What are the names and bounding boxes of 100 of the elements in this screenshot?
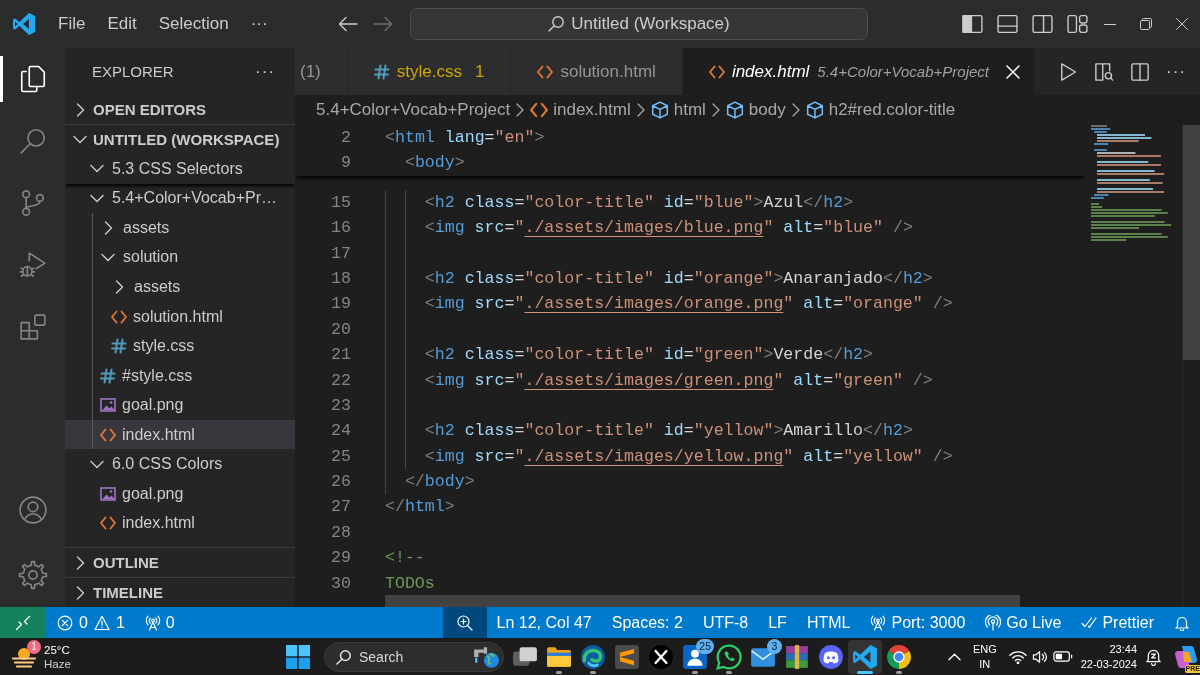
tree-item[interactable]: #style.css [65,360,295,391]
encoding-setting[interactable]: UTF-8 [692,607,759,638]
file-path-link[interactable]: ./assets/images/orange.png [524,294,784,314]
stacked-books-icon [784,643,810,670]
horizontal-scrollbar-thumb[interactable] [385,595,1020,607]
folder-item[interactable]: 5.4+Color+Vocab+Pr… [65,183,295,214]
wifi-icon[interactable] [1008,649,1027,664]
formatter-button[interactable]: Prettier [1071,607,1164,638]
section-header[interactable]: TIMELINE [65,578,295,607]
breadcrumb-item[interactable]: 5.4+Color+Vocab+Project [316,100,511,120]
account-icon[interactable] [17,494,48,525]
language-mode[interactable]: HTML [796,607,861,638]
play-icon[interactable] [1058,61,1078,82]
editor-tab[interactable]: (1) [295,48,348,95]
grid-icon[interactable] [286,644,310,669]
problem-count: 1 [474,61,485,82]
taskbar-button[interactable] [848,639,882,674]
tree-item[interactable]: goal.png [65,479,295,509]
app-logo-icon [12,12,36,36]
editor-tab[interactable]: solution.html [511,48,683,95]
menu-item[interactable]: Edit [96,10,148,38]
code-line: <img src="./assets/images/yellow.png" alt="yellow" /> [424,445,953,468]
section-header[interactable]: UNTITLED (WORKSPACE) [65,125,295,154]
language-indicator[interactable]: ENG IN [972,641,997,672]
menu-item[interactable]: Selection [147,10,240,38]
tree-item[interactable]: index.html [65,419,295,450]
code-line: TODOs [385,572,435,595]
line-ending-setting[interactable]: LF [758,607,797,638]
file-path-link[interactable]: ./assets/images/green.png [524,370,774,390]
taskbar-button[interactable]: 25 [678,639,712,674]
more-actions-button[interactable]: ··· [1166,61,1186,82]
sidebar-left-icon[interactable] [962,14,983,34]
breadcrumb-item[interactable]: body [725,100,786,120]
more-actions-button[interactable]: ··· [255,61,275,82]
menu-item[interactable]: File [47,10,97,38]
panel-bottom-icon[interactable] [997,14,1018,34]
cursor-position[interactable]: Ln 12, Col 47 [486,607,602,638]
panel-title: EXPLORER [92,63,174,80]
folder-item[interactable]: assets [65,213,295,243]
port-button[interactable]: Port: 3000 [860,607,976,638]
go-live-button[interactable]: Go Live [975,607,1072,638]
breadcrumb-item[interactable]: html [650,100,706,120]
line-number: 2 [340,127,351,149]
antenna-icon [870,614,887,631]
editor-tab[interactable]: style.css 1 [347,48,512,95]
line-number: 29 [330,547,351,570]
folder-item[interactable]: 6.0 CSS Colors [65,449,295,479]
code-line: </html> [385,496,455,519]
tree-item[interactable]: index.html [65,508,295,539]
close-icon[interactable] [1176,18,1188,30]
indentation-setting[interactable]: Spaces: 2 [601,607,693,638]
folder-item[interactable]: solution [65,242,295,273]
code-line: <img src="./assets/images/blue.png" alt="blue" /> [424,217,913,240]
taskbar-button[interactable]: 3 [746,639,780,674]
section-header[interactable]: OPEN EDITORS [65,95,295,124]
code-line: <!-- [385,547,425,570]
clock[interactable]: 23:44 22-03-2024 [1080,641,1137,672]
breadcrumb-item[interactable]: h2#red.color-title [805,100,956,120]
sidebar-right-icon[interactable] [1032,14,1053,34]
controller-icon [818,643,844,670]
layout-grid-icon[interactable] [1067,14,1088,34]
folder-item[interactable]: assets [65,272,295,302]
zoom-button[interactable] [442,607,487,638]
tree-item[interactable]: style.css [65,331,295,361]
chevron-up-icon[interactable] [947,652,961,661]
tree-item[interactable]: solution.html [65,301,295,332]
notification-bell-icon[interactable] [1145,647,1162,666]
vertical-scrollbar-thumb[interactable] [1183,125,1200,360]
search-field[interactable]: Search [324,641,504,672]
bell-icon[interactable] [1174,614,1190,631]
speaker-icon[interactable] [1031,649,1048,664]
code-line: <img src="./assets/images/orange.png" alt="orange" /> [424,293,953,316]
count-badge: 25 [696,638,714,654]
file-path-link[interactable]: ./assets/images/blue.png [524,218,764,238]
search-icon[interactable] [17,126,48,156]
breadcrumb-item[interactable]: index.html [530,100,631,120]
folder-item[interactable]: 5.3 CSS Selectors [65,154,295,184]
cube-icon [725,101,744,119]
settings-icon[interactable] [17,559,48,590]
minimize-icon[interactable] [1104,23,1116,25]
problems-button[interactable]: 0 1 [47,607,135,638]
split-editor-icon[interactable] [1130,61,1150,82]
more-menu-button[interactable]: ··· [239,10,279,38]
play-bug-icon[interactable] [17,250,48,280]
editor-tab[interactable]: index.html 5.4+Color+Vocab+Project [682,48,1035,95]
section-header[interactable]: OUTLINE [65,548,295,577]
angle-brackets-icon [111,308,127,325]
ports-button[interactable]: 0 [134,607,185,638]
command-center[interactable]: Untitled (Workspace) [410,8,868,40]
code-line: <body> [404,152,465,175]
temperature: 25°C [44,642,71,657]
battery-icon[interactable] [1052,651,1073,662]
preview-side-icon[interactable] [1094,61,1114,82]
tree-item[interactable]: goal.png [65,390,295,420]
swoosh-icon[interactable] [1174,644,1198,669]
arrow-left-icon[interactable] [338,16,358,32]
file-path-link[interactable]: ./assets/images/yellow.png [524,446,784,466]
restore-icon[interactable] [1140,18,1152,30]
blocks-icon[interactable] [17,312,48,342]
broadcast-icon [985,614,1002,631]
